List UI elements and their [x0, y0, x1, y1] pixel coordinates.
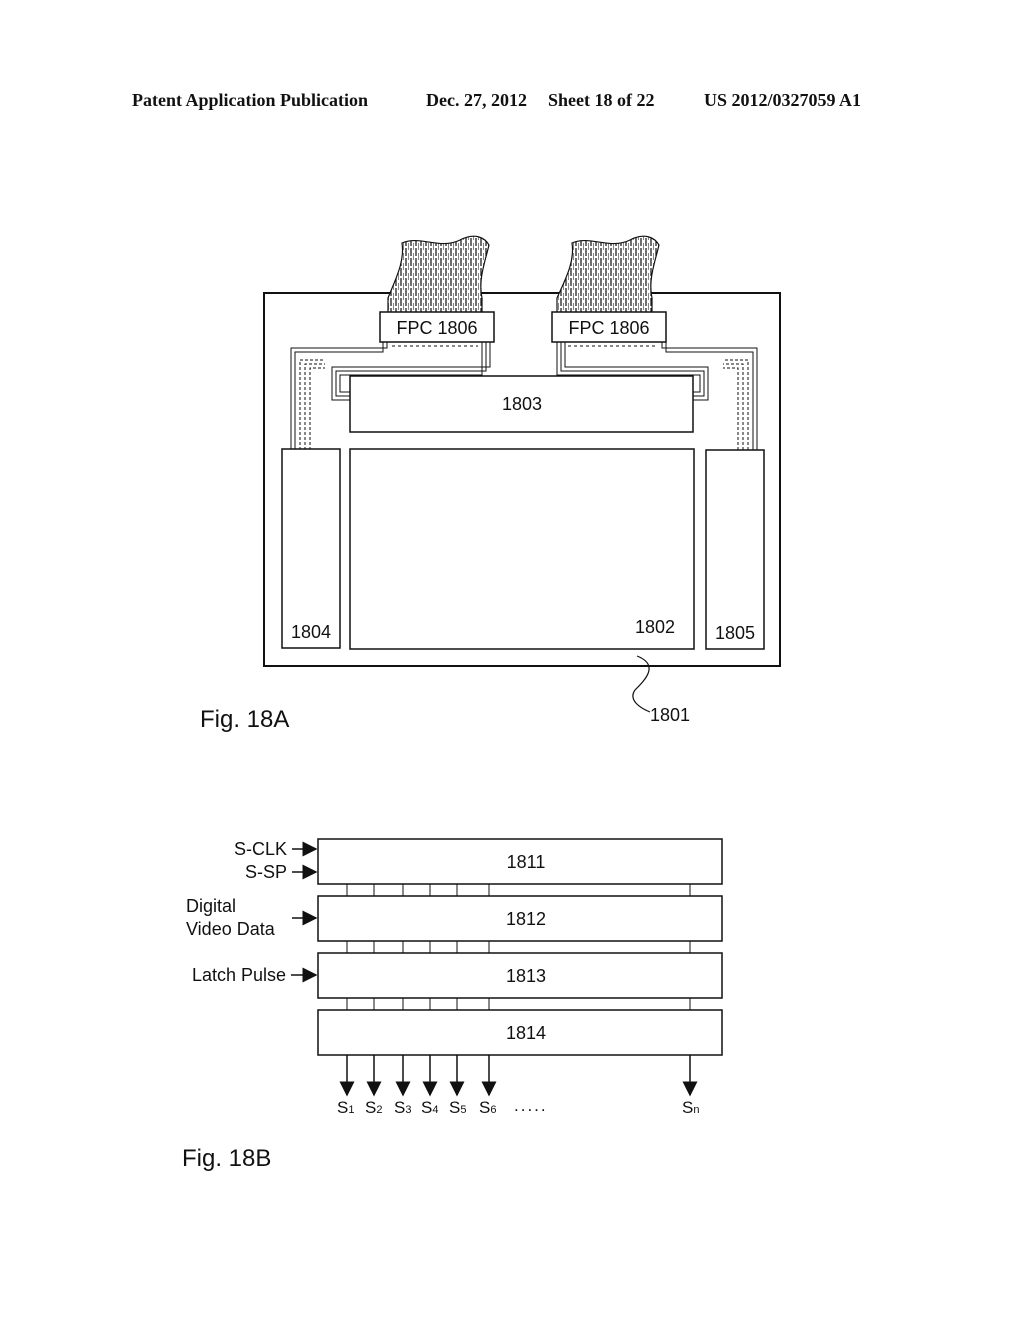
- fpc-cable-left: [387, 235, 490, 314]
- substrate-label: 1801: [650, 705, 690, 725]
- fig-18a-caption: Fig. 18A: [200, 706, 289, 733]
- output-ellipsis: .....: [514, 1096, 548, 1115]
- input-latch-label: Latch Pulse: [192, 965, 286, 985]
- pixel-area-label: 1802: [635, 617, 675, 637]
- gate-driver-right-label: 1805: [715, 623, 755, 643]
- block-1812-label: 1812: [506, 909, 546, 929]
- block-1813-label: 1813: [506, 966, 546, 986]
- output-label-s5: S5: [449, 1098, 466, 1117]
- fpc-cable-right: [556, 235, 660, 314]
- input-video-label-2: Video Data: [186, 919, 276, 939]
- block-1814-label: 1814: [506, 1023, 546, 1043]
- figure-canvas: FPC 1806 FPC 1806 1803 1804 1805 1802 18…: [182, 235, 781, 1172]
- output-label-sn: Sn: [682, 1098, 699, 1117]
- fig-18b-caption: Fig. 18B: [182, 1145, 271, 1172]
- fig-18b: 1811 1812 1813 1814 S-CLK S-SP Digital V…: [182, 838, 723, 1172]
- output-label-s1: S1: [337, 1098, 354, 1117]
- fpc-left-label: FPC 1806: [396, 318, 477, 338]
- output-arrows: [339, 1055, 698, 1097]
- fpc-right-label: FPC 1806: [568, 318, 649, 338]
- output-label-s4: S4: [421, 1098, 438, 1117]
- input-ssp-label: S-SP: [245, 862, 287, 882]
- output-label-s2: S2: [365, 1098, 382, 1117]
- input-sclk-label: S-CLK: [234, 839, 287, 859]
- output-labels: S1 S2 S3 S4 S5 S6 Sn .....: [337, 1096, 699, 1117]
- gate-driver-left-label: 1804: [291, 622, 331, 642]
- gate-driver-1805: [705, 449, 765, 650]
- source-driver-label: 1803: [502, 394, 542, 414]
- fig-18a: FPC 1806 FPC 1806 1803 1804 1805 1802 18…: [200, 235, 781, 733]
- output-label-s3: S3: [394, 1098, 411, 1117]
- input-video-label-1: Digital: [186, 896, 236, 916]
- leader-1801: [632, 655, 651, 713]
- block-1811-label: 1811: [507, 852, 546, 872]
- gate-driver-1804: [281, 448, 341, 649]
- output-label-s6: S6: [479, 1098, 496, 1117]
